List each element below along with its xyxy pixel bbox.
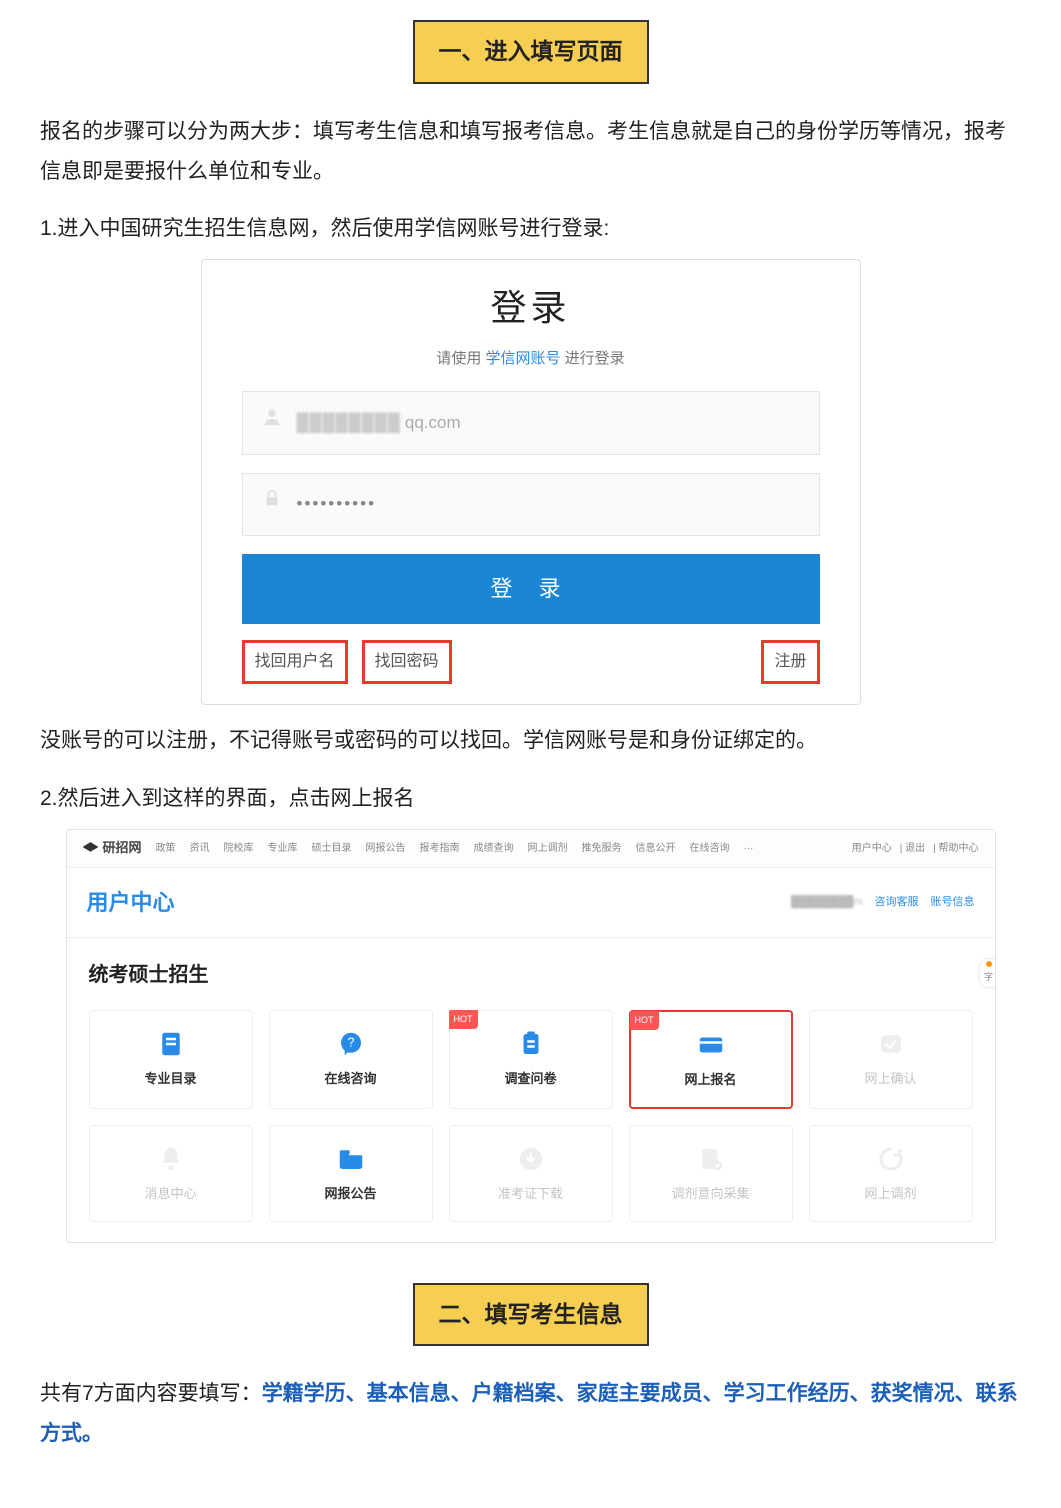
- dashboard-card-collect: 调剂意向采集: [629, 1125, 793, 1222]
- top-nav-item[interactable]: 院校库: [224, 839, 254, 858]
- section-2-prefix: 共有7方面内容要填写：: [40, 1382, 262, 1405]
- dashboard-card-card[interactable]: HOT 网上报名: [629, 1010, 793, 1109]
- top-nav-item[interactable]: 网报公告: [366, 839, 406, 858]
- hot-badge: HOT: [449, 1010, 478, 1029]
- dashboard-card-clip[interactable]: HOT 调查问卷: [449, 1010, 613, 1109]
- top-nav-item[interactable]: 资讯: [190, 839, 210, 858]
- top-nav-item[interactable]: 网上调剂: [528, 839, 568, 858]
- top-nav-item[interactable]: 政策: [156, 839, 176, 858]
- top-right-item[interactable]: 用户中心: [852, 839, 892, 858]
- userbar-link-1[interactable]: 账号信息: [931, 892, 975, 913]
- login-sub-prefix: 请使用: [436, 350, 485, 367]
- dashboard-card-check: 网上确认: [809, 1010, 973, 1109]
- top-nav-item[interactable]: ···: [744, 839, 754, 858]
- usercenter-title: 用户中心: [87, 882, 175, 924]
- userbar-right: ████████m 咨询客服 账号信息: [791, 892, 975, 913]
- login-sub-suffix: 进行登录: [561, 350, 625, 367]
- find-username-link[interactable]: 找回用户名: [242, 640, 348, 684]
- card-grid: 专业目录? 在线咨询 HOT 调查问卷 HOT 网上报名网上确认消息中心网报公告准考证下载…: [89, 1010, 973, 1221]
- dashboard-section-title: 统考硕士招生: [89, 956, 973, 994]
- user-email-masked: ████████m: [791, 892, 863, 913]
- login-sub-link[interactable]: 学信网账号: [485, 350, 560, 367]
- user-icon: [261, 406, 283, 439]
- card-label: 调剂意向采集: [630, 1182, 792, 1207]
- password-input[interactable]: ••••••••••: [242, 473, 820, 536]
- username-masked: ████████: [297, 407, 401, 439]
- section-2-heading-wrap: 二、填写考生信息: [40, 1283, 1021, 1347]
- grad-cap-icon: [83, 842, 99, 854]
- dashboard-topbar: 研招网 政策资讯院校库专业库硕士目录网报公告报考指南成绩查询网上调剂推免服务信息…: [67, 830, 995, 868]
- login-title: 登录: [242, 274, 820, 342]
- doc-icon: [154, 1029, 188, 1059]
- site-logo[interactable]: 研招网: [83, 836, 142, 861]
- top-nav-item[interactable]: 报考指南: [420, 839, 460, 858]
- dashboard-userbar: 用户中心 ████████m 咨询客服 账号信息: [67, 868, 995, 939]
- card-label: 网报公告: [270, 1182, 432, 1207]
- section-1-heading: 一、进入填写页面: [413, 20, 649, 84]
- top-right-item[interactable]: | 帮助中心: [933, 839, 978, 858]
- username-suffix: qq.com: [405, 407, 461, 439]
- card-label: 在线咨询: [270, 1067, 432, 1092]
- dashboard-card-doc[interactable]: 专业目录: [89, 1010, 253, 1109]
- top-nav-item[interactable]: 专业库: [268, 839, 298, 858]
- top-nav-item[interactable]: 推免服务: [582, 839, 622, 858]
- folder-icon: [334, 1144, 368, 1174]
- userbar-link-0[interactable]: 咨询客服: [875, 892, 919, 913]
- section-2-heading: 二、填写考生信息: [413, 1283, 649, 1347]
- dashboard-screenshot: 研招网 政策资讯院校库专业库硕士目录网报公告报考指南成绩查询网上调剂推免服务信息…: [66, 829, 996, 1243]
- card-label: 网上报名: [631, 1068, 791, 1093]
- top-nav-item[interactable]: 在线咨询: [690, 839, 730, 858]
- top-nav-item[interactable]: 成绩查询: [474, 839, 514, 858]
- login-screenshot: 登录 请使用 学信网账号 进行登录 ████████qq.com •••••••…: [201, 259, 861, 705]
- dashboard-card-refresh: 网上调剂: [809, 1125, 973, 1222]
- dashboard-card-download: 准考证下载: [449, 1125, 613, 1222]
- svg-text:?: ?: [347, 1036, 354, 1050]
- site-logo-text: 研招网: [103, 836, 142, 861]
- float-widget[interactable]: 字: [979, 958, 996, 988]
- chat-icon: ?: [334, 1029, 368, 1059]
- section-1-heading-wrap: 一、进入填写页面: [40, 20, 1021, 84]
- login-button[interactable]: 登 录: [242, 554, 820, 624]
- check-icon: [874, 1029, 908, 1059]
- card-label: 消息中心: [90, 1182, 252, 1207]
- login-subtitle: 请使用 学信网账号 进行登录: [242, 345, 820, 374]
- card-label: 网上确认: [810, 1067, 972, 1092]
- login-links-row: 找回用户名 找回密码 注册: [242, 640, 820, 684]
- dashboard-card-bell: 消息中心: [89, 1125, 253, 1222]
- download-icon: [514, 1144, 548, 1174]
- password-dots: ••••••••••: [297, 488, 377, 520]
- dashboard-card-chat[interactable]: ? 在线咨询: [269, 1010, 433, 1109]
- card-label: 准考证下载: [450, 1182, 612, 1207]
- card-label: 网上调剂: [810, 1182, 972, 1207]
- top-nav-item[interactable]: 硕士目录: [312, 839, 352, 858]
- card-label: 专业目录: [90, 1067, 252, 1092]
- dashboard-card-folder[interactable]: 网报公告: [269, 1125, 433, 1222]
- refresh-icon: [874, 1144, 908, 1174]
- bell-icon: [154, 1144, 188, 1174]
- dashboard-body: 字 统考硕士招生 专业目录? 在线咨询 HOT 调查问卷 HOT 网上报名网上确认消息中心…: [67, 938, 995, 1241]
- top-right-links: 用户中心 | 退出 | 帮助中心: [852, 839, 979, 858]
- lock-icon: [261, 488, 283, 521]
- card-label: 调查问卷: [450, 1067, 612, 1092]
- top-right-item[interactable]: | 退出: [900, 839, 925, 858]
- top-nav-item[interactable]: 信息公开: [636, 839, 676, 858]
- card-icon: [694, 1030, 728, 1060]
- collect-icon: [694, 1144, 728, 1174]
- clip-icon: [514, 1029, 548, 1059]
- after-login-paragraph: 没账号的可以注册，不记得账号或密码的可以找回。学信网账号是和身份证绑定的。: [40, 721, 1021, 761]
- step-2-text: 2.然后进入到这样的界面，点击网上报名: [40, 779, 1021, 819]
- username-input[interactable]: ████████qq.com: [242, 391, 820, 454]
- step-1-text: 1.进入中国研究生招生信息网，然后使用学信网账号进行登录:: [40, 209, 1021, 249]
- find-password-link[interactable]: 找回密码: [362, 640, 452, 684]
- hot-badge: HOT: [630, 1011, 659, 1030]
- section-2-paragraph: 共有7方面内容要填写：学籍学历、基本信息、户籍档案、家庭主要成员、学习工作经历、…: [40, 1374, 1021, 1454]
- top-nav: 政策资讯院校库专业库硕士目录网报公告报考指南成绩查询网上调剂推免服务信息公开在线…: [156, 839, 754, 858]
- register-link[interactable]: 注册: [761, 640, 819, 684]
- intro-paragraph: 报名的步骤可以分为两大步：填写考生信息和填写报考信息。考生信息就是自己的身份学历…: [40, 112, 1021, 192]
